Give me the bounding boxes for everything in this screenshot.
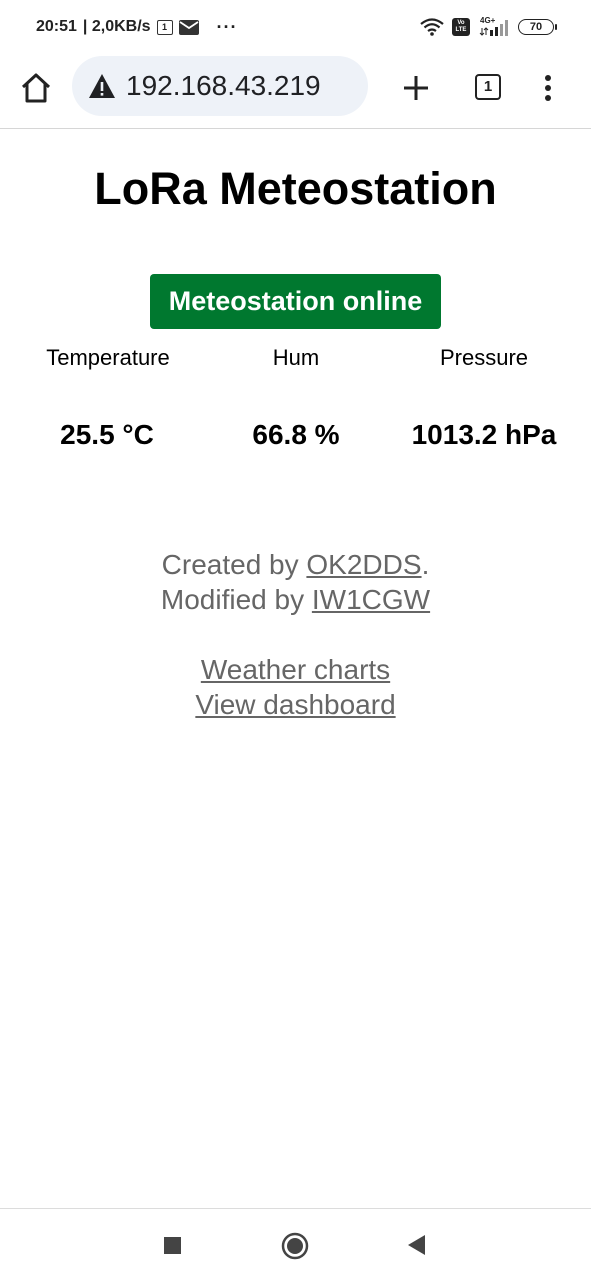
tab-switcher-button[interactable]: 1 — [475, 74, 501, 100]
status-badge: Meteostation online — [150, 274, 441, 329]
network-type-label: 4G+ — [480, 16, 496, 25]
home-icon[interactable] — [18, 70, 54, 106]
modified-by-line: Modified by IW1CGW — [160, 584, 431, 615]
cell-signal-icon: 4G+ — [478, 16, 510, 36]
recent-apps-icon[interactable] — [164, 1237, 181, 1254]
browser-toolbar: 192.168.43.219 1 — [0, 52, 591, 129]
view-dashboard-line: View dashboard — [0, 689, 591, 721]
humidity-value: 66.8 % — [252, 419, 340, 450]
wifi-icon — [420, 18, 444, 36]
system-navigation-bar — [0, 1208, 591, 1281]
address-bar[interactable]: 192.168.43.219 — [72, 56, 368, 116]
sim-icon: 1 — [156, 19, 173, 35]
weather-charts-line: Weather charts — [0, 654, 591, 686]
humidity-label: Hum — [272, 345, 320, 370]
temperature-value: 25.5 °C — [60, 419, 154, 450]
view-dashboard-link[interactable]: View dashboard — [195, 689, 395, 720]
volte-icon: Vo LTE — [452, 18, 470, 36]
system-home-icon[interactable] — [281, 1232, 309, 1260]
iw1cgw-link[interactable]: IW1CGW — [312, 584, 430, 615]
not-secure-warning-icon[interactable] — [88, 73, 116, 99]
weather-charts-link[interactable]: Weather charts — [201, 654, 390, 685]
page-title: LoRa Meteostation — [94, 163, 497, 214]
pressure-value: 1013.2 hPa — [411, 419, 557, 450]
new-tab-icon[interactable] — [400, 72, 432, 104]
ok2dds-link[interactable]: OK2DDS — [306, 549, 421, 580]
created-by-line: Created by OK2DDS. — [161, 549, 430, 580]
status-bar-right: Vo LTE 4G+ 70 — [420, 16, 557, 38]
clock: 20:51 — [36, 18, 77, 35]
back-icon[interactable] — [405, 1233, 427, 1257]
mail-icon — [178, 19, 199, 35]
network-speed: | 2,0KB/s — [82, 18, 151, 35]
more-notifications-icon: ··· — [216, 16, 238, 37]
url-text[interactable]: 192.168.43.219 — [126, 70, 321, 102]
temperature-label: Temperature — [46, 345, 170, 370]
battery-level: 70 — [518, 19, 554, 35]
status-bar: 20:51 | 2,0KB/s 1 ··· Vo LTE 4G+ 70 — [0, 0, 591, 52]
status-bar-left: 20:51 | 2,0KB/s 1 ··· — [36, 16, 238, 38]
pressure-label: Pressure — [439, 345, 529, 370]
more-options-icon[interactable] — [538, 72, 558, 104]
battery-icon: 70 — [518, 19, 557, 35]
